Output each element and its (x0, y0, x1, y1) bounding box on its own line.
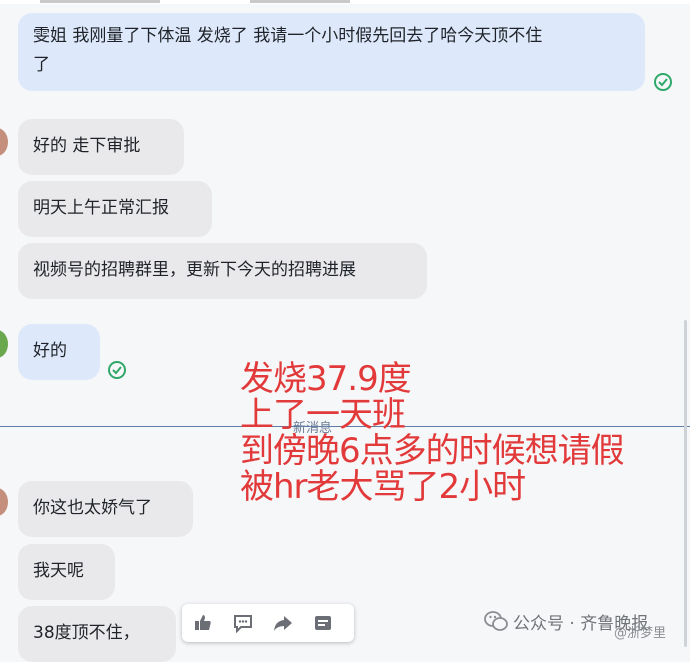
message-text: 视频号的招聘群里，更新下今天的招聘进展 (33, 260, 356, 280)
message-outgoing[interactable]: 好的 (18, 324, 100, 380)
message-text: 雯姐 我刚量了下体温 发烧了 我请一个小时假先回去了哈今天顶不住 (33, 26, 543, 46)
top-strip (0, 0, 690, 4)
message-incoming[interactable]: 38度顶不住， (18, 606, 176, 662)
overlay-line: 上了一天班 (240, 395, 406, 435)
overlay-line: 发烧37.9度 (240, 359, 412, 399)
forward-icon[interactable] (272, 612, 294, 634)
message-text: 了 (33, 55, 50, 75)
avatar[interactable] (0, 488, 8, 516)
thumbs-up-icon[interactable] (192, 612, 214, 634)
message-text: 38度顶不住， (33, 623, 140, 643)
message-action-bar (182, 604, 354, 642)
read-check-icon (654, 73, 672, 91)
message-incoming[interactable]: 视频号的招聘群里，更新下今天的招聘进展 (18, 243, 427, 299)
wechat-icon (484, 611, 508, 631)
message-incoming[interactable]: 好的 走下审批 (18, 119, 184, 175)
message-text: 我天呢 (33, 561, 84, 581)
message-text: 明天上午正常汇报 (33, 198, 169, 218)
avatar[interactable] (0, 128, 8, 156)
top-strip-mark (40, 0, 160, 3)
avatar[interactable] (0, 330, 8, 358)
overlay-line: 被hr老大骂了2小时 (240, 467, 526, 507)
watermark-secondary: @浙梦里 (614, 626, 667, 641)
read-check-icon (108, 361, 126, 379)
comment-icon[interactable] (232, 612, 254, 634)
message-incoming[interactable]: 明天上午正常汇报 (18, 181, 212, 237)
message-outgoing[interactable]: 雯姐 我刚量了下体温 发烧了 我请一个小时假先回去了哈今天顶不住 了 (18, 13, 645, 91)
message-incoming[interactable]: 我天呢 (18, 544, 115, 600)
message-text: 好的 (33, 341, 67, 361)
more-icon[interactable] (312, 612, 334, 634)
top-strip-mark (250, 0, 350, 3)
message-text: 你这也太娇气了 (33, 498, 152, 518)
message-incoming[interactable]: 你这也太娇气了 (18, 481, 193, 537)
message-text: 好的 走下审批 (33, 136, 141, 156)
scrollbar[interactable] (684, 320, 687, 647)
overlay-line: 到傍晚6点多的时候想请假 (240, 431, 625, 471)
